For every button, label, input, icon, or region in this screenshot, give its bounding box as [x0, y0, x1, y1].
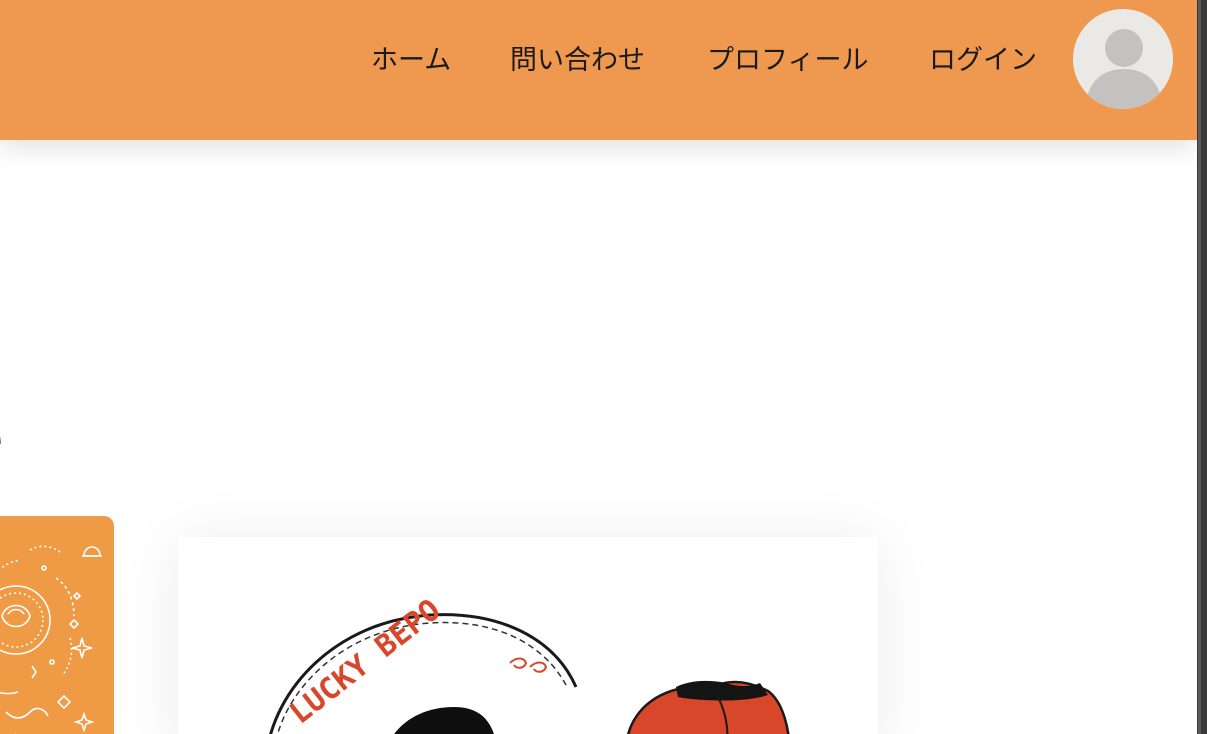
decorative-pattern-icon [0, 545, 102, 734]
page: ホーム 問い合わせ プロフィール ログイン e [0, 0, 1207, 734]
nav-link-profile[interactable]: プロフィール [707, 44, 868, 78]
user-avatar[interactable] [1073, 9, 1173, 109]
section-heading-text: e [0, 403, 3, 471]
nav-link-contact[interactable]: 問い合わせ [510, 44, 645, 78]
section-heading: e [0, 402, 3, 472]
window-scrollbar[interactable] [1197, 0, 1207, 734]
product-card-lucky-bepo[interactable]: LUCKY BEPO [178, 537, 878, 734]
site-header: ホーム 問い合わせ プロフィール ログイン [0, 0, 1197, 140]
nav-link-home[interactable]: ホーム [371, 44, 451, 78]
nav-link-login[interactable]: ログイン [929, 44, 1037, 78]
lucky-bepo-logo-icon: LUCKY BEPO [269, 593, 790, 734]
product-card-orange[interactable] [0, 516, 114, 734]
user-avatar-icon [1073, 9, 1173, 109]
